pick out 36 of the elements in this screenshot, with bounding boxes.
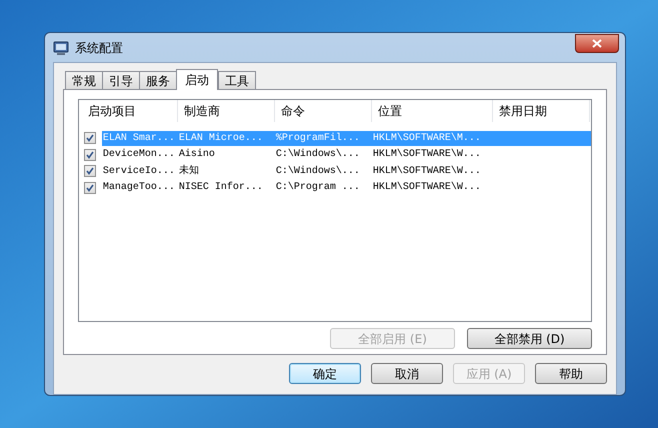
table-cell-text: DeviceMon... [102, 148, 176, 162]
table-cell-text: Aisino [178, 148, 216, 162]
table-cell-text: HKLM\SOFTWARE\W... [372, 164, 482, 179]
table-cell-text: %ProgramFil... [274, 132, 361, 146]
computer-icon [53, 40, 69, 56]
tab[interactable]: 常规 [65, 71, 103, 89]
table-cell-text: ELAN Microe... [178, 132, 264, 146]
dialog-button[interactable]: 帮助 [535, 363, 607, 384]
checkbox[interactable] [84, 182, 96, 194]
checkbox[interactable] [84, 148, 96, 161]
tab[interactable]: 引导 [102, 71, 140, 89]
table-cell-text: 未知 [178, 164, 200, 179]
close-icon [592, 38, 602, 48]
table-cell-text: ServiceIo... [102, 164, 176, 179]
table-cell-text: HKLM\SOFTWARE\W... [372, 180, 482, 196]
checkbox[interactable] [84, 165, 96, 178]
window-title: 系统配置 [75, 40, 123, 56]
close-button[interactable] [575, 34, 619, 52]
tab[interactable]: 启动 [176, 69, 218, 90]
table-cell-text: C:\Windows\... [274, 148, 361, 162]
list-row[interactable]: DeviceMon... Aisino C:\Windows\... HKLM\SOFTWARE\W... [102, 147, 591, 162]
table-cell-text: HKLM\SOFTWARE\M... [372, 132, 482, 146]
dialog-button[interactable]: 确定 [289, 363, 361, 384]
dialog-button[interactable]: 全部禁用 (D) [467, 328, 592, 349]
table-cell-text: C:\Windows\... [274, 164, 361, 179]
tab[interactable]: 工具 [218, 71, 256, 89]
dialog-button[interactable]: 取消 [371, 363, 443, 384]
table-cell-text: ManageToo... [102, 181, 176, 196]
checkbox[interactable] [84, 132, 96, 144]
table-cell-text: HKLM\SOFTWARE\W... [372, 148, 482, 162]
tab[interactable]: 服务 [139, 71, 177, 89]
table-cell-text: C:\Program ... [274, 180, 361, 196]
table-cell-text: ELAN Smar... [102, 132, 176, 146]
list-row[interactable]: ManageToo... NISEC Infor... C:\Program ... HKLM\SOFTWARE\W... [102, 180, 591, 196]
list-row[interactable]: ServiceIo... 未知 C:\Windows\... HKLM\SOFTWARE\W... [102, 164, 591, 179]
table-cell-text: NISEC Infor... [178, 180, 264, 196]
